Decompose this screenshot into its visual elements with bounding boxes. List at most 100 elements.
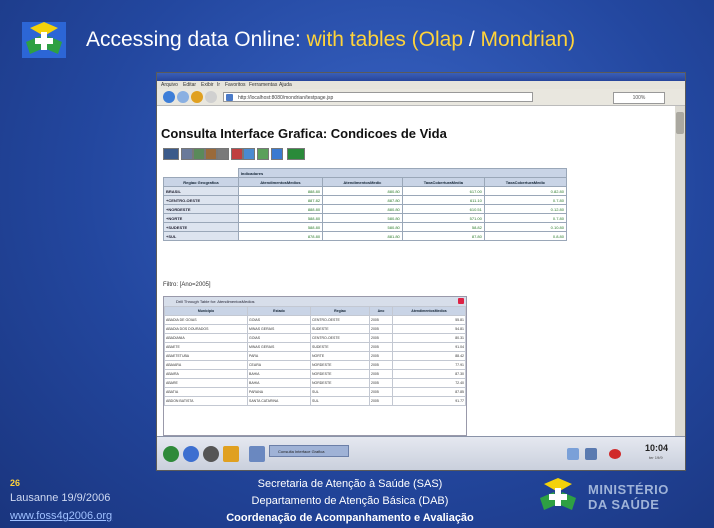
volume-icon[interactable] [609, 449, 621, 459]
menu-item-file[interactable]: Arquivo [161, 82, 178, 88]
cell-value[interactable]: 0.7.80 [483, 195, 568, 205]
cell-value[interactable]: 878.80 [237, 231, 324, 241]
vertical-scrollbar[interactable] [675, 106, 685, 436]
menu-item-favorites[interactable]: Favoritos [225, 82, 246, 88]
forward-icon[interactable] [177, 91, 189, 103]
cell: BAHIA [247, 378, 311, 388]
cell-value[interactable]: 880.80 [322, 204, 403, 214]
drill-through-title: Drill Through Table for: AtendimentosMed… [164, 297, 466, 306]
cell-value[interactable]: 888.80 [237, 204, 324, 214]
cell-value[interactable]: 0.8.80 [483, 231, 568, 241]
cell: PARANA [247, 387, 311, 397]
cell-value[interactable]: 588.80 [237, 213, 324, 223]
cell: 2005 [369, 369, 393, 379]
cell-value[interactable]: 588.80 [237, 222, 324, 232]
cell-value[interactable]: 571.00 [401, 213, 485, 223]
cell: 87.85 [392, 387, 466, 397]
slide-title-bar: Accessing data Online: with tables (Olap… [0, 0, 714, 70]
cell: ABAIRA [164, 369, 248, 379]
column-header[interactable]: AtendimentosMedios [237, 177, 324, 187]
cell: 2005 [369, 342, 393, 352]
cell-value[interactable]: 610.51 [401, 204, 485, 214]
row-label[interactable]: +SUL [163, 231, 239, 241]
drill-member-icon[interactable] [205, 148, 217, 160]
cell-value[interactable]: 0.10.80 [483, 222, 568, 232]
ministry-line-2: DA SAÚDE [588, 497, 660, 512]
chart-icon[interactable] [243, 148, 255, 160]
cell-value[interactable]: 880.80 [322, 186, 403, 196]
cell: NORDESTE [310, 369, 370, 379]
footer-link[interactable]: www.foss4g2006.org [10, 510, 112, 522]
search-field[interactable]: 100% [613, 92, 665, 104]
row-dimension-header[interactable]: Regiao Geografica [163, 177, 239, 187]
cell-value[interactable]: 580.80 [322, 222, 403, 232]
excel-export-icon[interactable] [287, 148, 305, 160]
title-prefix: Accessing data Online: [86, 28, 307, 51]
cell-value[interactable]: 887.80 [322, 195, 403, 205]
cell: 2005 [369, 378, 393, 388]
window-title-bar [157, 73, 685, 81]
address-bar[interactable]: http://localhost:8080/mondrian/testpage.… [223, 92, 533, 102]
scroll-thumb[interactable] [676, 112, 684, 134]
menu-item-view[interactable]: Exibir [201, 82, 214, 88]
cell-value[interactable]: 881.80 [322, 231, 403, 241]
row-label[interactable]: +NORTE [163, 213, 239, 223]
column-header[interactable]: AtendimentosMedios [392, 306, 466, 316]
cell-value[interactable]: 617.00 [401, 186, 485, 196]
cell: 54.81 [392, 324, 466, 334]
cell: NORTE [310, 351, 370, 361]
reload-icon[interactable] [191, 91, 203, 103]
config-chart-icon[interactable] [257, 148, 269, 160]
drill-position-icon[interactable] [217, 148, 229, 160]
start-menu-icon[interactable] [163, 446, 179, 462]
row-label[interactable]: +SUDESTE [163, 222, 239, 232]
cell: CENTRO-OESTE [310, 315, 370, 325]
column-header[interactable]: Estado [247, 306, 311, 316]
print-icon[interactable] [271, 148, 283, 160]
menu-item-tools[interactable]: Ferramentas [249, 82, 277, 88]
column-header[interactable]: TaxaCoberturaMedic [483, 177, 568, 187]
sort-icon[interactable] [193, 148, 205, 160]
cell-value[interactable]: 87.80 [401, 231, 485, 241]
column-header[interactable]: AtendimentosMedic [322, 177, 403, 187]
cell: CENTRO-OESTE [310, 333, 370, 343]
clock[interactable]: 10:04 [645, 443, 668, 453]
cell-value[interactable]: 58.82 [401, 222, 485, 232]
file-manager-icon[interactable] [203, 446, 219, 462]
browser-launcher-icon[interactable] [183, 446, 199, 462]
app-launcher-icon[interactable] [223, 446, 239, 462]
cell: SUL [310, 387, 370, 397]
network-icon[interactable] [567, 448, 579, 460]
display-icon[interactable] [585, 448, 597, 460]
mdx-icon[interactable] [181, 148, 193, 160]
column-header[interactable]: Municipio [164, 306, 248, 316]
row-label[interactable]: BRASIL [163, 186, 239, 196]
menu-item-help[interactable]: Ajuda [279, 82, 292, 88]
table-row: ABARE BAHIA NORDESTE 2005 72.40 [164, 378, 466, 388]
column-header[interactable]: Ano [369, 306, 393, 316]
stop-icon[interactable] [205, 91, 217, 103]
desktop-icon[interactable] [249, 446, 265, 462]
row-label[interactable]: +NORDESTE [163, 204, 239, 214]
menu-item-edit[interactable]: Editar [183, 82, 196, 88]
taskbar-window-button[interactable]: Consulta Interface Grafica [269, 445, 349, 457]
cell-value[interactable]: 611.10 [401, 195, 485, 205]
menu-item-go[interactable]: Ir [217, 82, 220, 88]
cell-value[interactable]: 887.82 [237, 195, 324, 205]
cube-nav-icon[interactable] [163, 148, 179, 160]
column-header[interactable]: TaxaCoberturaMedia [401, 177, 485, 187]
back-icon[interactable] [163, 91, 175, 103]
cell: SUDESTE [310, 342, 370, 352]
swap-axes-icon[interactable] [231, 148, 243, 160]
cell: ABDON BATISTA [164, 396, 248, 406]
cell-value[interactable]: 0.7.80 [483, 213, 568, 223]
cell-value[interactable]: 580.80 [322, 213, 403, 223]
group-header[interactable]: Indicadores [237, 168, 568, 178]
cell-value[interactable]: 0.82.80 [483, 186, 568, 196]
cell-value[interactable]: 0.12.80 [483, 204, 568, 214]
cell-value[interactable]: 888.80 [237, 186, 324, 196]
close-icon[interactable] [458, 298, 464, 304]
row-label[interactable]: +CENTRO-OESTE [163, 195, 239, 205]
column-header[interactable]: Regiao [310, 306, 370, 316]
web-page: Consulta Interface Grafica: Condicoes de… [157, 106, 675, 436]
